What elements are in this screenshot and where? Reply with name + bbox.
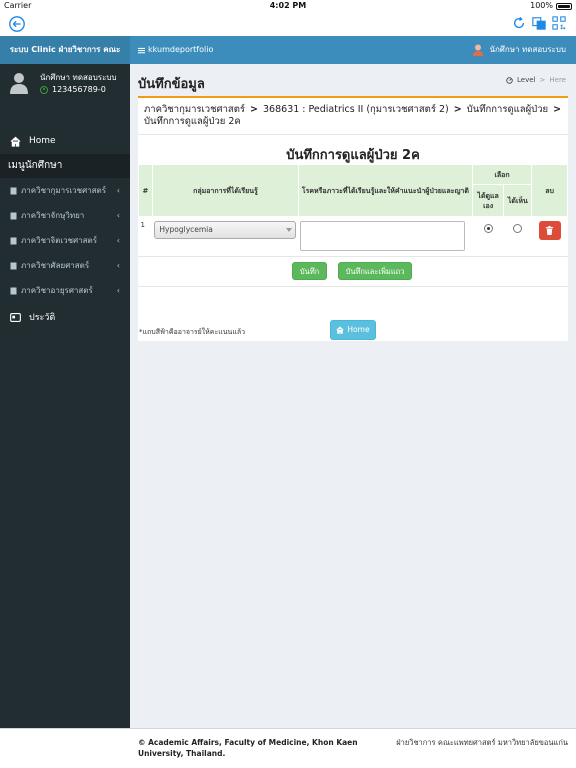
subject-path: ภาควิชากุมารเวชศาสตร์ > 368631 : Pediatr… <box>144 104 564 128</box>
qr-code-icon[interactable] <box>552 16 566 30</box>
book-icon <box>10 287 17 294</box>
battery-indicator: 100% <box>530 0 572 12</box>
symptom-select[interactable]: Hypoglycemia <box>154 221 297 239</box>
switch-view-icon[interactable] <box>532 16 546 30</box>
main-content: บันทึกข้อมูล Level > Here ภาควิชากุมารเว… <box>130 64 576 728</box>
box-title: บันทึกการดูแลผู้ป่วย 2ค <box>286 148 420 163</box>
battery-icon <box>556 2 572 10</box>
sidebar-item-pediatrics[interactable]: ภาควิชากุมารเวชศาสตร์ ‹ <box>0 178 130 203</box>
chevron-right-icon: > <box>250 104 258 115</box>
dashboard-icon <box>506 76 513 84</box>
divider <box>138 256 568 257</box>
divider <box>138 134 568 135</box>
user-avatar-icon <box>473 44 484 56</box>
save-button[interactable]: บันทึก <box>292 262 327 280</box>
subject-course: 368631 : Pediatrics II (กุมารเวชศาสตร์ 2… <box>263 104 449 115</box>
record-box: ภาควิชากุมารเวชศาสตร์ > 368631 : Pediatr… <box>138 96 568 341</box>
chevron-left-icon: ‹ <box>116 236 120 245</box>
symptom-select-value: Hypoglycemia <box>159 225 213 234</box>
chevron-left-icon: ‹ <box>116 211 120 220</box>
breadcrumb-here: Here <box>549 76 566 84</box>
col-header-self: ได้ดูแลเอง <box>471 184 505 217</box>
trash-icon <box>545 226 554 235</box>
user-menu[interactable]: นักศึกษา ทดสอบระบบ <box>473 36 566 64</box>
chevron-left-icon: ‹ <box>116 186 120 195</box>
chevron-left-icon: ‹ <box>116 286 120 295</box>
footer-org: ฝ่ายวิชาการ คณะแพทยศาสตร์ มหาวิทยาลัยขอน… <box>396 738 568 747</box>
chevron-right-icon: > <box>553 104 562 115</box>
sidebar-item-label: ภาควิชาอายุรศาสตร์ <box>21 286 93 295</box>
breadcrumb-level[interactable]: Level <box>517 76 535 84</box>
home-icon <box>10 136 21 147</box>
book-icon <box>10 187 17 194</box>
sidebar-item-history[interactable]: ประวัติ <box>0 303 130 331</box>
footer-copyright: © Academic Affairs, Faculty of Medicine,… <box>138 738 358 758</box>
book-icon <box>10 212 17 219</box>
top-navbar: kkumdeportfolio นักศึกษา ทดสอบระบบ <box>130 36 576 64</box>
page-title: บันทึกข้อมูล <box>138 77 205 92</box>
footnote: *แถบสีฟ้าคืออาจารย์ให้คะแนนแล้ว <box>139 328 246 336</box>
seen-radio[interactable] <box>513 224 523 233</box>
sidebar-item-home[interactable]: Home <box>0 128 130 154</box>
table-row: 1 Hypoglycemia <box>138 216 568 257</box>
book-icon <box>10 237 17 244</box>
user-panel: นักศึกษา ทดสอบระบบ 123456789-0 <box>0 64 130 128</box>
sidebar-item-label: ภาควิชาจักษุวิทยา <box>21 211 85 220</box>
sidebar-item-psychiatry[interactable]: ภาควิชาจิตเวชศาสตร์ ‹ <box>0 228 130 253</box>
book-icon <box>10 262 17 269</box>
breadcrumb: Level > Here <box>506 76 566 84</box>
col-header-disease: โรคหรือภาวะที่ได้เรียนรู้และให้คำแนะนำผู… <box>297 164 473 217</box>
col-header-choose: เลือก <box>471 164 533 185</box>
col-header-symptom: กลุ่มอาการที่ได้เรียนรู้ <box>151 164 299 217</box>
portfolio-label: kkumdeportfolio <box>148 45 214 54</box>
online-status-icon <box>40 85 48 94</box>
col-header-seen: ได้เห็น <box>503 184 533 217</box>
sidebar-item-medicine[interactable]: ภาควิชาอายุรศาสตร์ ‹ <box>0 278 130 303</box>
sidebar-item-surgery[interactable]: ภาควิชาศัลยศาสตร์ ‹ <box>0 253 130 278</box>
home-button[interactable]: Home <box>330 320 376 340</box>
save-add-row-button[interactable]: บันทึกและเพิ่มแถว <box>338 262 412 280</box>
chevron-left-icon: ‹ <box>116 261 120 270</box>
sidebar-item-label: ภาควิชากุมารเวชศาสตร์ <box>21 186 107 195</box>
disease-textarea[interactable] <box>300 221 466 251</box>
home-button-label: Home <box>347 325 370 334</box>
self-care-radio[interactable] <box>483 224 493 233</box>
avatar <box>10 73 28 94</box>
app-toolbar <box>0 12 576 36</box>
sidebar-item-label: Home <box>29 136 56 146</box>
subject-task: บันทึกการดูแลผู้ป่วย <box>466 104 549 115</box>
refresh-icon[interactable] <box>512 16 526 30</box>
sidebar-item-label: ประวัติ <box>29 313 56 323</box>
footer: © Academic Affairs, Faculty of Medicine,… <box>0 728 576 768</box>
user-id: 123456789-0 <box>52 85 106 94</box>
subject-dept: ภาควิชากุมารเวชศาสตร์ <box>144 104 245 115</box>
brand-title[interactable]: ระบบ Clinic ฝ่ายวิชาการ คณะ <box>0 36 130 64</box>
row-number: 1 <box>138 216 153 257</box>
sidebar-item-label: ภาควิชาศัลยศาสตร์ <box>21 261 90 270</box>
clock: 4:02 PM <box>269 1 307 10</box>
menu-toggle[interactable]: kkumdeportfolio <box>138 36 213 64</box>
sidebar-item-ophthalmology[interactable]: ภาควิชาจักษุวิทยา ‹ <box>0 203 130 228</box>
hamburger-icon <box>138 47 145 53</box>
battery-percent: 100% <box>530 1 553 10</box>
user-name: นักศึกษา ทดสอบระบบ <box>40 73 117 82</box>
user-id-row: 123456789-0 <box>40 85 106 94</box>
col-header-num: # <box>138 164 153 217</box>
home-icon <box>336 326 345 334</box>
user-menu-label: นักศึกษา ทดสอบระบบ <box>489 45 566 54</box>
chevron-right-icon: > <box>453 104 462 115</box>
delete-row-button[interactable] <box>538 221 561 240</box>
status-bar: Carrier 4:02 PM 100% <box>0 0 576 12</box>
subject-sub: บันทึกการดูแลผู้ป่วย 2ค <box>144 116 241 127</box>
sidebar-menu-header: เมนูนักศึกษา <box>0 154 130 178</box>
back-icon[interactable] <box>8 15 26 33</box>
col-header-delete: ลบ <box>531 164 568 217</box>
sidebar-item-label: ภาควิชาจิตเวชศาสตร์ <box>21 236 98 245</box>
sidebar: ระบบ Clinic ฝ่ายวิชาการ คณะ นักศึกษา ทดส… <box>0 36 130 728</box>
record-table: # กลุ่มอาการที่ได้เรียนรู้ โรคหรือภาวะที… <box>138 164 568 257</box>
id-card-icon <box>10 312 21 322</box>
chevron-down-icon <box>286 228 293 232</box>
divider <box>138 286 568 287</box>
